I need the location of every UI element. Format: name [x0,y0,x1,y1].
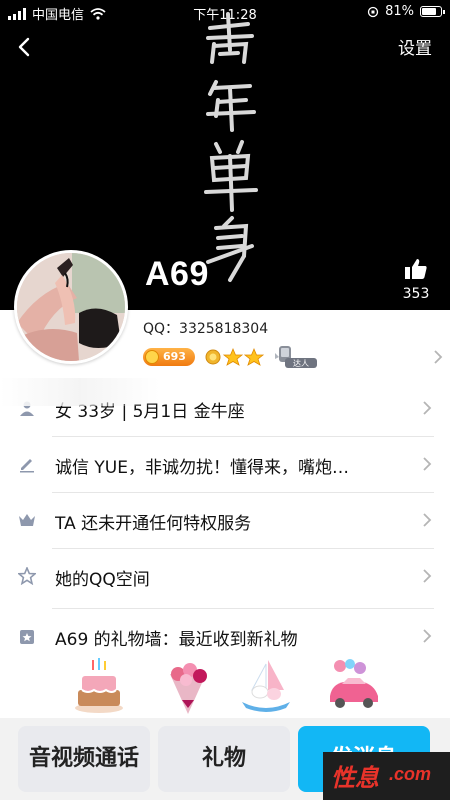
coin-count: 693 [163,350,186,363]
chevron-right-icon [423,457,432,471]
signature-row[interactable]: 诚信 YUE，非诚勿扰！懂得来，嘴炮… [0,436,450,492]
battery-icon [420,6,445,17]
flower-bouquet-gift-icon[interactable] [160,656,216,716]
qq-number: QQ：3325818304 [143,321,269,337]
settings-button[interactable]: 设置 [398,34,432,59]
chevron-right-icon [434,350,443,364]
like-count: 353 [402,286,430,302]
level-icons [205,347,265,366]
profile-name: A69 [145,255,209,293]
privilege-row[interactable]: TA 还未开通任何特权服务 [0,492,450,548]
site-watermark: 性息 .com [323,752,450,800]
chevron-right-icon [423,513,432,527]
chevron-right-icon [423,401,432,415]
chevron-right-icon [423,569,432,583]
qzone-text: 她的QQ空间 [55,570,150,590]
signature-text: 诚信 YUE，非诚勿扰！懂得来，嘴炮… [55,458,349,478]
privacy-blur [0,378,160,406]
coin-icon [145,350,159,364]
star-icon [18,567,36,585]
coin-badge: 693 [143,348,195,366]
pink-car-gift-icon[interactable] [326,656,382,716]
gift-wall-text: A69 的礼物墙：最近收到新礼物 [55,630,298,650]
gift-thumbnails [0,656,450,718]
back-button[interactable] [10,32,40,62]
battery-percent: 81% [385,4,414,19]
profile-info-list: 女 33岁 | 5月1日 金牛座 诚信 YUE，非诚勿扰！懂得来，嘴炮… TA … [0,380,450,668]
av-call-button[interactable]: 音视频通话 [18,726,150,792]
avatar-photo [17,253,125,361]
daren-badge: 达人 [271,345,319,369]
gift-box-icon [20,630,34,644]
watermark-text-b: .com [389,764,432,784]
cover-calligraphy [204,12,258,282]
svg-text:达人: 达人 [293,358,309,368]
daren-icon: 达人 [275,346,317,368]
qzone-row[interactable]: 她的QQ空间 [0,548,450,608]
watermark-text-a: 性息 [331,764,379,792]
like-button[interactable]: 353 [396,258,436,302]
level-badges-row[interactable]: 693 达人 [143,345,443,369]
thumbs-up-icon [405,259,427,279]
rotation-lock-icon [367,6,379,17]
avatar[interactable] [14,250,128,364]
privilege-text: TA 还未开通任何特权服务 [55,514,252,534]
chevron-right-icon [423,629,432,643]
gift-button[interactable]: 礼物 [158,726,290,792]
crown-icon [19,514,35,526]
sailboat-gift-icon[interactable] [238,656,294,716]
cake-gift-icon[interactable] [70,656,126,716]
pencil-icon [20,459,34,473]
